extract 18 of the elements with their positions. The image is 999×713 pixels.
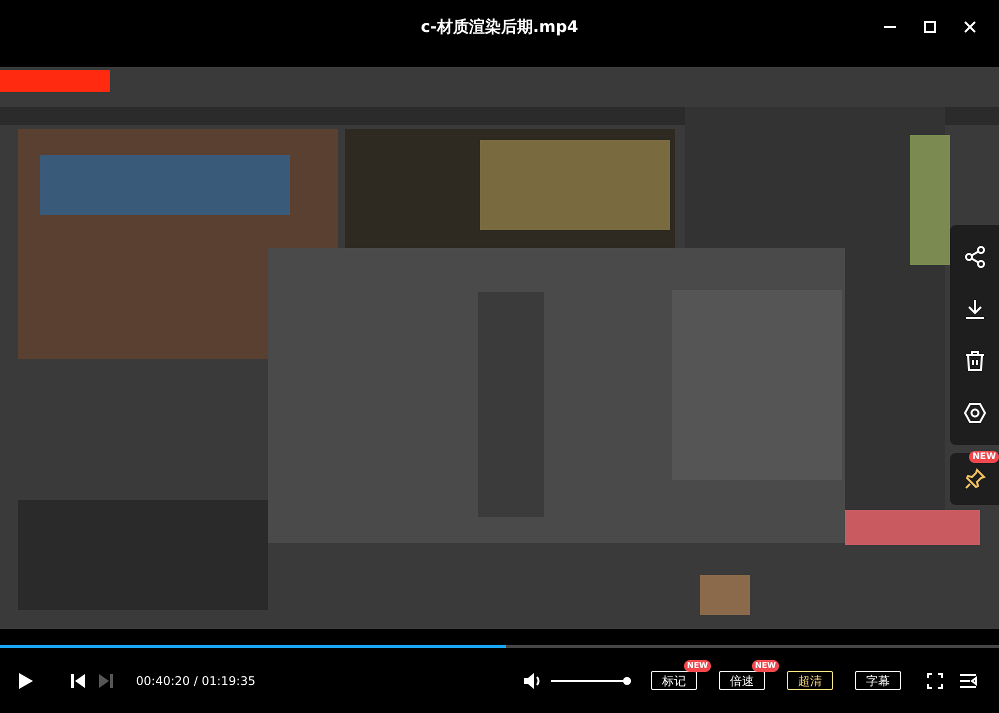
close-icon[interactable] — [963, 20, 977, 34]
previous-icon[interactable] — [70, 672, 86, 688]
fullscreen-icon[interactable] — [927, 672, 943, 688]
playlist-icon[interactable] — [959, 672, 977, 688]
option-button[interactable]: 超清 — [787, 671, 833, 690]
option-button[interactable]: 字幕 — [855, 671, 901, 690]
share-icon[interactable] — [962, 245, 986, 269]
window-title: c-材质渲染后期.mp4 — [420, 17, 578, 38]
progress-track[interactable] — [0, 645, 999, 648]
hexagon-ring-icon[interactable] — [962, 401, 986, 425]
pin-icon[interactable] — [962, 467, 986, 491]
new-badge: NEW — [752, 660, 779, 672]
play-icon[interactable] — [18, 672, 34, 690]
new-badge: NEW — [969, 451, 999, 463]
new-badge: NEW — [684, 660, 711, 672]
volume-thumb[interactable] — [623, 676, 631, 684]
maximize-icon[interactable] — [923, 20, 937, 34]
playback-time: 00:40:20 / 01:19:35 — [136, 674, 256, 688]
